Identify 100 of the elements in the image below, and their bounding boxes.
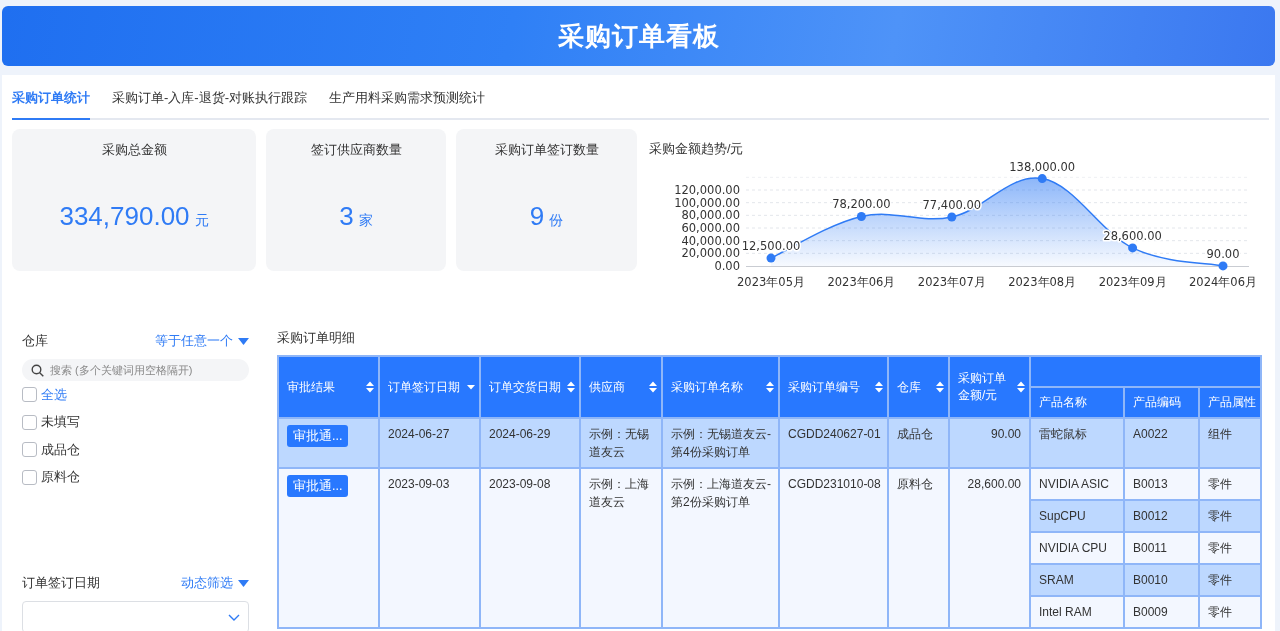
x-tick-label: 2023年07月	[917, 275, 986, 289]
tab[interactable]: 采购订单-入库-退货-对账执行跟踪	[112, 89, 307, 120]
table-cell: 组件	[1199, 418, 1262, 468]
y-tick-label: 120,000.00	[674, 183, 740, 197]
option-label[interactable]: 成品仓	[41, 440, 80, 459]
chevron-down-icon	[228, 613, 240, 621]
sort-icon[interactable]	[649, 381, 657, 393]
date-select-field[interactable]	[22, 601, 249, 631]
option-label[interactable]: 原料仓	[41, 468, 80, 487]
table-cell: 成品仓	[888, 418, 949, 468]
status-button[interactable]: 审批通...	[287, 425, 349, 447]
table-title: 采购订单明细	[277, 329, 356, 347]
filter-mode-dropdown[interactable]: 动态筛选	[181, 574, 249, 592]
status-button[interactable]: 审批通...	[287, 475, 349, 497]
column-header[interactable]: 审批结果	[278, 356, 379, 418]
table-cell: SupCPU	[1030, 500, 1124, 532]
column-header[interactable]: 采购订单编号	[779, 356, 888, 418]
table-cell: 示例：无锡道友云-第4份采购订单	[662, 418, 779, 468]
table-cell: CGDD240627-01	[779, 418, 888, 468]
table-cell: A0022	[1124, 418, 1199, 468]
table-cell: NVIDIA ASIC	[1030, 468, 1124, 500]
table-cell: 示例：无锡道友云	[580, 418, 662, 468]
column-header[interactable]: 订单交货日期	[480, 356, 580, 418]
stat-label: 签订供应商数量	[310, 141, 402, 159]
data-point	[1218, 261, 1228, 271]
data-point	[1128, 243, 1138, 253]
table-cell: 2023-09-08	[480, 468, 580, 628]
checkbox[interactable]	[22, 387, 37, 403]
column-header-label: 订单交货日期	[489, 378, 561, 396]
data-point	[766, 253, 776, 263]
column-header[interactable]: 订单签订日期	[379, 356, 480, 418]
column-header[interactable]: 采购订单金额/元	[949, 356, 1030, 418]
sort-down-icon[interactable]	[467, 384, 475, 390]
table-cell: 零件	[1199, 468, 1262, 500]
table-cell: 2024-06-29	[480, 418, 580, 468]
data-label: 138,000.00	[1009, 160, 1076, 174]
stat-value: 3	[339, 201, 354, 232]
table-cell: CGDD231010-08	[779, 468, 888, 628]
search-field[interactable]: 搜索 (多个关键词用空格隔开)	[22, 359, 249, 381]
y-tick-label: 80,000.00	[681, 208, 740, 223]
column-header[interactable]: 产品属性	[1199, 387, 1262, 418]
tab[interactable]: 采购订单统计	[12, 89, 90, 120]
table-cell: 2023-09-03	[379, 468, 480, 628]
x-tick-label: 2023年09月	[1098, 275, 1167, 289]
column-header-label: 采购订单名称	[671, 378, 743, 396]
stat-unit: 家	[358, 212, 373, 230]
checkbox[interactable]	[22, 469, 37, 485]
table-cell: 90.00	[949, 418, 1030, 468]
checkbox[interactable]	[22, 442, 37, 458]
page-title: 采购订单看板	[557, 19, 720, 53]
x-tick-label: 2023年08月	[1008, 275, 1077, 289]
sort-icon[interactable]	[875, 381, 883, 393]
column-header-label: 仓库	[897, 378, 921, 396]
column-header[interactable]: 产品名称	[1030, 387, 1124, 418]
table-cell: B0011	[1124, 532, 1199, 564]
table-cell: 零件	[1199, 596, 1262, 628]
table-cell: 零件	[1199, 500, 1262, 532]
table-cell: B0010	[1124, 564, 1199, 596]
filter-label: 订单签订日期	[22, 574, 100, 592]
column-header-label: 订单签订日期	[388, 378, 460, 396]
x-tick-label: 2024年06月	[1189, 275, 1257, 289]
option-label[interactable]: 未填写	[41, 413, 80, 432]
data-label: 77,400.00	[922, 198, 982, 212]
sort-icon[interactable]	[1017, 381, 1025, 393]
table-cell: NVIDIA CPU	[1030, 532, 1124, 564]
data-point	[856, 211, 866, 221]
chart-title: 采购金额趋势/元	[649, 141, 745, 158]
table-cell: B0013	[1124, 468, 1199, 500]
column-header[interactable]: 仓库	[888, 356, 949, 418]
column-header[interactable]: 采购订单名称	[662, 356, 779, 418]
option-label[interactable]: 全选	[41, 385, 67, 404]
data-point	[1037, 174, 1047, 184]
y-tick-label: 20,000.00	[681, 246, 740, 261]
column-header-label: 采购订单编号	[788, 378, 860, 396]
sort-icon[interactable]	[766, 381, 774, 393]
stat-value: 9	[529, 201, 545, 232]
x-tick-label: 2023年05月	[737, 275, 805, 289]
table-cell: 雷蛇鼠标	[1030, 418, 1124, 468]
table-cell: Intel RAM	[1030, 596, 1124, 628]
table-cell: 零件	[1199, 532, 1262, 564]
caret-icon	[238, 337, 249, 345]
sort-icon[interactable]	[567, 381, 575, 393]
sort-icon[interactable]	[936, 381, 944, 393]
stat-unit: 份	[549, 212, 564, 230]
column-header-label: 审批结果	[287, 378, 335, 396]
filter-mode-dropdown[interactable]: 等于任意一个	[155, 332, 249, 350]
caret-icon	[238, 579, 249, 587]
column-header[interactable]: 供应商	[580, 356, 662, 418]
filter-label: 仓库	[22, 332, 48, 350]
table-cell: 原料仓	[888, 468, 949, 628]
y-tick-label: 40,000.00	[681, 233, 740, 248]
checkbox[interactable]	[22, 414, 37, 430]
y-tick-label: 0.00	[714, 259, 740, 273]
search-icon	[31, 363, 44, 377]
tab[interactable]: 生产用料采购需求预测统计	[329, 89, 485, 120]
table-cell: 2024-06-27	[379, 418, 480, 468]
column-header[interactable]: 产品编码	[1124, 387, 1199, 418]
sort-icon[interactable]	[366, 381, 374, 393]
table-cell: 28,600.00	[949, 468, 1030, 628]
x-tick-label: 2023年06月	[827, 275, 896, 289]
